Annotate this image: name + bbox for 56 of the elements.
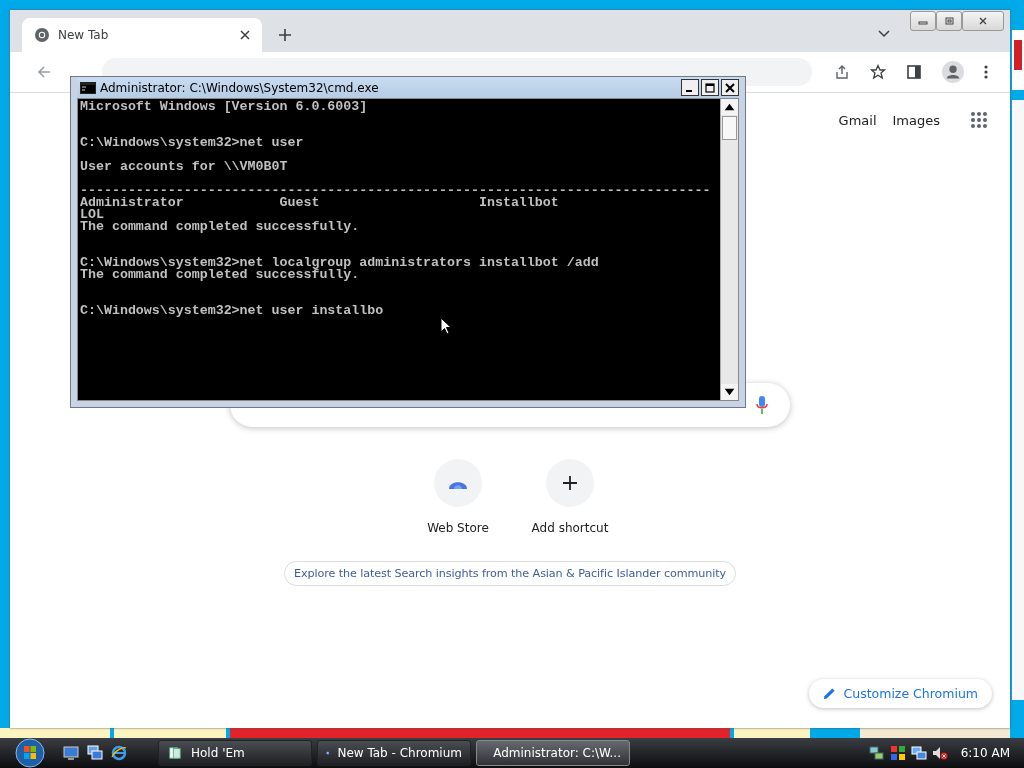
browser-tab[interactable]: New Tab xyxy=(22,18,262,52)
console-line: User accounts for \\VM0B0T xyxy=(80,161,288,173)
restore-icon xyxy=(943,17,955,25)
console-line: The command completed successfully. xyxy=(80,221,360,233)
console-line: LOL xyxy=(80,209,104,221)
shortcut-tile[interactable]: Add shortcut xyxy=(522,459,618,535)
scrollbar[interactable] xyxy=(720,99,738,400)
add-icon xyxy=(562,475,578,491)
console-line: C:\Windows\system32>net localgroup administrators installbot /add xyxy=(80,257,599,269)
console-line: ------------------------------------------------------------------------------- xyxy=(80,185,711,197)
monitor-icon[interactable] xyxy=(63,745,79,761)
console-icon xyxy=(80,81,96,94)
console-line: C:\Windows\system32>net user installbo xyxy=(80,305,384,317)
console-line: Administrator Guest Installbot xyxy=(80,197,559,209)
header-link[interactable]: Images xyxy=(892,112,940,128)
side-panel-icon[interactable] xyxy=(906,64,922,80)
pencil-icon xyxy=(822,687,836,700)
restore-button[interactable] xyxy=(936,11,962,31)
window-title: Administrator: C:\Windows\System32\cmd.exe xyxy=(100,80,380,95)
minimize-button[interactable] xyxy=(681,79,699,96)
windows-stack-icon[interactable] xyxy=(87,745,103,761)
cards-icon xyxy=(167,746,183,760)
menu-icon[interactable] xyxy=(984,64,988,80)
clock[interactable]: 6:10 AM xyxy=(960,746,1010,760)
network-icon[interactable] xyxy=(868,745,885,761)
close-icon[interactable] xyxy=(240,30,250,40)
start-button[interactable] xyxy=(15,738,45,768)
computers-icon[interactable] xyxy=(910,745,927,761)
close-button[interactable] xyxy=(721,79,739,96)
star-icon[interactable] xyxy=(870,64,886,80)
apps-grid-icon[interactable] xyxy=(970,111,988,129)
scroll-thumb[interactable] xyxy=(722,116,737,140)
taskbar-button[interactable]: Administrator: C:\W... xyxy=(476,740,630,766)
internet-explorer-icon[interactable] xyxy=(111,745,127,761)
close-icon xyxy=(725,82,735,93)
share-icon[interactable] xyxy=(834,64,850,80)
minimize-icon xyxy=(686,90,692,92)
muted-speaker-icon[interactable] xyxy=(931,745,948,761)
console-line: The command completed successfully. xyxy=(80,269,360,281)
tab-search-caret-icon[interactable] xyxy=(878,30,890,38)
header-link[interactable]: Gmail xyxy=(838,112,877,128)
close-icon xyxy=(977,17,989,25)
console-line: Microsoft Windows [Version 6.0.6003] xyxy=(80,101,368,113)
customize-button[interactable]: Customize Chromium xyxy=(808,679,992,708)
console-line: C:\Windows\system32>net user xyxy=(80,137,304,149)
back-icon[interactable] xyxy=(36,64,52,80)
taskbar-button[interactable]: New Tab - Chromium xyxy=(317,740,471,766)
taskbar-button[interactable]: Hold 'Em xyxy=(158,740,312,766)
microphone-icon[interactable] xyxy=(756,395,768,415)
profile-icon[interactable] xyxy=(942,61,964,83)
maximize-icon xyxy=(705,82,715,93)
mouse-pointer-icon xyxy=(440,317,452,335)
new-tab-icon[interactable] xyxy=(278,28,292,42)
shortcut-tile[interactable]: Web Store xyxy=(410,459,506,535)
tab-title: New Tab xyxy=(58,28,110,42)
maximize-button[interactable] xyxy=(701,79,719,96)
